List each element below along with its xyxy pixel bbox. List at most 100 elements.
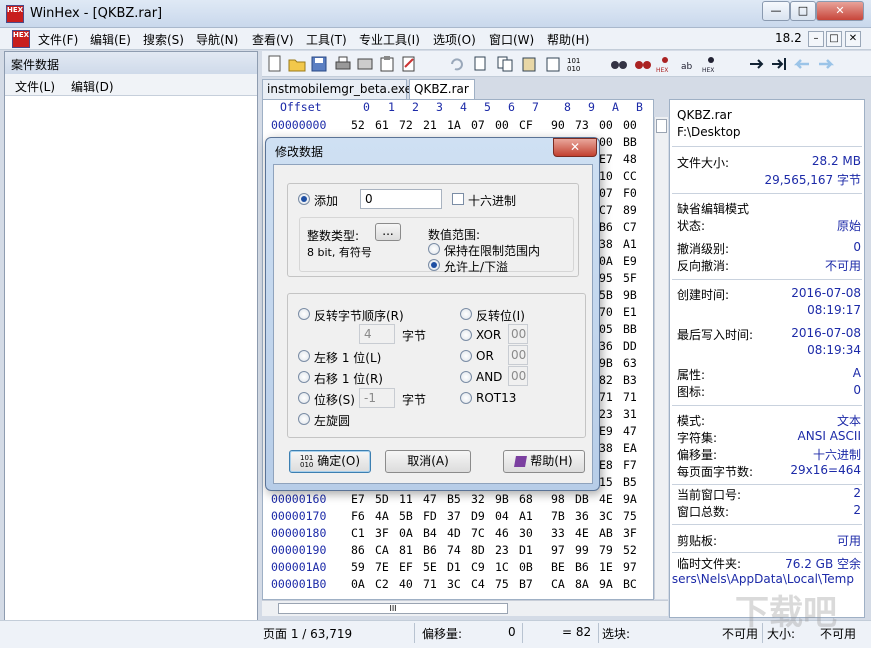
hex-byte[interactable]: 36 (599, 339, 613, 353)
hex-byte[interactable]: EF (399, 560, 413, 574)
hex-byte[interactable]: C4 (471, 577, 485, 591)
hex-byte[interactable]: C9 (471, 560, 485, 574)
menu-view[interactable]: 查看(V) (252, 31, 294, 48)
hex-byte[interactable]: 3C (599, 509, 613, 523)
hex-byte[interactable]: FD (423, 509, 437, 523)
hex-row[interactable]: 000001A0597EEF5ED1C91C0BBEB61E97 (263, 560, 653, 577)
hex-byte[interactable]: 73 (575, 118, 589, 132)
hex-byte[interactable]: 71 (623, 390, 637, 404)
and-input[interactable]: 00 (508, 366, 528, 386)
case-menu-edit[interactable]: 编辑(D) (71, 78, 114, 95)
hex-byte[interactable]: 72 (399, 118, 413, 132)
hex-byte[interactable]: BC (623, 577, 637, 591)
hex-byte[interactable]: 5F (623, 271, 637, 285)
hex-byte[interactable]: 40 (399, 577, 413, 591)
hex-byte[interactable]: CA (375, 543, 389, 557)
shift-left-radio[interactable] (298, 350, 310, 362)
hex-byte[interactable]: 05 (599, 322, 613, 336)
hex-byte[interactable]: 86 (351, 543, 365, 557)
replace-text-icon[interactable]: HEX (656, 55, 674, 73)
hex-byte[interactable]: F6 (351, 509, 365, 523)
hex-byte[interactable]: 8A (575, 577, 589, 591)
hex-byte[interactable]: B3 (623, 373, 637, 387)
replace-hex-icon[interactable]: ab (680, 55, 698, 73)
hex-byte[interactable]: 9B (623, 288, 637, 302)
hex-row[interactable]: 00000180C13F0AB44D7C4630334EAB3F (263, 526, 653, 543)
case-menu-file[interactable]: 文件(L) (15, 78, 55, 95)
reverse-bits-radio[interactable] (460, 308, 472, 320)
or-input[interactable]: 00 (508, 345, 528, 365)
menu-edit[interactable]: 编辑(E) (90, 31, 131, 48)
hex-byte[interactable]: 7C (471, 526, 485, 540)
hex-byte[interactable]: 71 (599, 390, 613, 404)
xor-input[interactable]: 00 (508, 324, 528, 344)
hex-byte[interactable]: DB (575, 492, 589, 506)
hex-byte[interactable]: 90 (551, 118, 565, 132)
hex-byte[interactable]: 1E (599, 560, 613, 574)
hex-byte[interactable]: A1 (623, 237, 637, 251)
hex-byte[interactable]: 38 (599, 441, 613, 455)
dialog-close-button[interactable]: ✕ (553, 138, 597, 157)
rotate-left-radio[interactable] (298, 413, 310, 425)
open-folder-icon[interactable] (288, 55, 306, 73)
hex-checkbox[interactable] (452, 193, 464, 205)
or-radio[interactable] (460, 350, 472, 362)
hex-byte[interactable]: E7 (351, 492, 365, 506)
hex-byte[interactable]: 10 (599, 169, 613, 183)
hex-byte[interactable]: C7 (623, 220, 637, 234)
hex-byte[interactable]: 9A (599, 577, 613, 591)
hex-byte[interactable]: 8D (471, 543, 485, 557)
hex-byte[interactable]: CF (519, 118, 533, 132)
hex-byte[interactable]: 4E (575, 526, 589, 540)
hex-byte[interactable]: 07 (471, 118, 485, 132)
hex-byte[interactable]: 21 (423, 118, 437, 132)
hex-byte[interactable]: 9B (599, 356, 613, 370)
shift-radio[interactable] (298, 392, 310, 404)
menu-options[interactable]: 选项(O) (433, 31, 476, 48)
hex-byte[interactable]: 47 (623, 424, 637, 438)
menu-tools[interactable]: 工具(T) (306, 31, 347, 48)
hex-byte[interactable]: 00 (623, 118, 637, 132)
tab-qkbz[interactable]: QKBZ.rar (409, 79, 475, 99)
edit-page-icon[interactable] (400, 55, 418, 73)
goto-offset-icon[interactable] (748, 55, 766, 73)
hex-byte[interactable]: 7E (375, 560, 389, 574)
hex-byte[interactable]: 5D (375, 492, 389, 506)
hex-byte[interactable]: E8 (599, 458, 613, 472)
hex-byte[interactable]: 99 (575, 543, 589, 557)
hex-byte[interactable]: D1 (447, 560, 461, 574)
hex-byte[interactable]: 68 (519, 492, 533, 506)
hex-byte[interactable]: 33 (551, 526, 565, 540)
hex-byte[interactable]: 00 (495, 118, 509, 132)
menu-file[interactable]: 文件(F) (38, 31, 78, 48)
hex-byte[interactable]: 0B (519, 560, 533, 574)
cancel-button[interactable]: 取消(A) (385, 450, 471, 473)
hex-byte[interactable]: 3C (447, 577, 461, 591)
hex-byte[interactable]: F7 (623, 458, 637, 472)
hex-byte[interactable]: 00 (599, 118, 613, 132)
hex-byte[interactable]: B5 (623, 475, 637, 489)
xor-radio[interactable] (460, 329, 472, 341)
mdi-close-icon[interactable]: ✕ (845, 31, 861, 47)
hex-byte[interactable]: 36 (575, 509, 589, 523)
hex-byte[interactable]: D1 (519, 543, 533, 557)
hex-byte[interactable]: C1 (351, 526, 365, 540)
hex-byte[interactable]: 5B (599, 288, 613, 302)
paste-special-icon[interactable] (544, 55, 562, 73)
hex-byte[interactable]: 23 (599, 407, 613, 421)
hex-byte[interactable]: B6 (599, 220, 613, 234)
hex-byte[interactable]: 0A (351, 577, 365, 591)
hex-byte[interactable]: 63 (623, 356, 637, 370)
ok-button[interactable]: 101010 确定(O) (289, 450, 371, 473)
hex-horizontal-scrollbar[interactable]: III (262, 600, 668, 616)
forward-arrow-icon[interactable] (816, 55, 834, 73)
hex-byte[interactable]: 79 (599, 543, 613, 557)
hex-byte[interactable]: 4A (375, 509, 389, 523)
cut-icon[interactable] (472, 55, 490, 73)
hex-byte[interactable]: 95 (599, 271, 613, 285)
hex-byte[interactable]: E1 (623, 305, 637, 319)
save-icon[interactable] (310, 55, 328, 73)
hex-byte[interactable]: 82 (599, 373, 613, 387)
copy-icon[interactable] (496, 55, 514, 73)
hex-byte[interactable]: 89 (623, 203, 637, 217)
